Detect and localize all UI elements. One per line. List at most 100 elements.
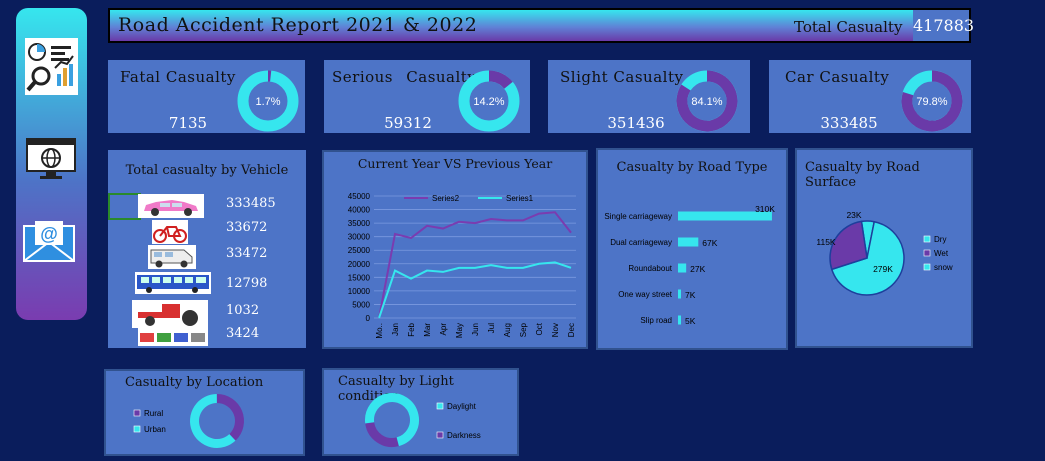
legend-label: Rural xyxy=(144,409,163,418)
pie-data-label: 279K xyxy=(873,264,893,274)
vehicle-value: 1032 xyxy=(226,303,260,318)
cy-vs-py-panel: Current Year VS Previous Year 45000 40000… xyxy=(322,150,588,349)
x-tick-label: Mo.. xyxy=(375,323,384,339)
x-tick-label: Sep xyxy=(519,322,528,337)
kpi-title: Fatal Casualty xyxy=(120,68,236,86)
x-tick-label: Aug xyxy=(503,323,512,337)
kpi-percent: 79.8% xyxy=(916,96,947,108)
road-surface-panel: Casualty by Road Surface 279K 115K 23K Dry W… xyxy=(795,148,973,348)
page-title: Road Accident Report 2021 & 2022 xyxy=(118,14,478,36)
y-tick-label: 25000 xyxy=(348,246,371,255)
bus-icon xyxy=(135,272,211,294)
bar xyxy=(678,237,699,247)
vehicle-value: 333485 xyxy=(226,196,276,211)
bar xyxy=(678,263,687,273)
vehicle-value: 12798 xyxy=(226,276,268,291)
kpi-card-fatal: Fatal Casualty 7135 1.7% xyxy=(108,60,305,133)
kpi-card-serious: Serious Casualty 59312 14.2% xyxy=(324,60,530,133)
legend-swatch xyxy=(923,249,931,257)
location-donut-chart: Rural Urban xyxy=(133,394,244,448)
bar-category-label: One way street xyxy=(618,290,673,299)
kpi-title: Car Casualty xyxy=(785,68,890,86)
y-tick-label: 15000 xyxy=(348,273,371,282)
kpi-card-car: Car Casualty 333485 79.8% xyxy=(769,60,971,133)
road-type-bar-chart: Single carriageway 310K Dual carriageway 67… xyxy=(604,204,775,326)
bar-data-label: 310K xyxy=(755,204,775,214)
dashboard-report-icon[interactable] xyxy=(25,38,78,95)
legend-label: Urban xyxy=(144,425,166,434)
van-icon xyxy=(148,245,196,269)
bicycle-icon xyxy=(152,220,188,244)
legend-swatch xyxy=(133,425,141,433)
tractor-icon xyxy=(132,300,208,328)
y-tick-label: 10000 xyxy=(348,287,371,296)
header-bar: Road Accident Report 2021 & 2022 Total C… xyxy=(108,8,974,43)
bar-category-label: Slip road xyxy=(640,316,672,325)
legend-label: Wet xyxy=(934,249,949,258)
location-panel: Casualty by Location Rural Urban xyxy=(104,369,305,456)
x-tick-label: Mar xyxy=(423,323,432,337)
selection-marker xyxy=(108,193,141,220)
vehicle-panel: Total casualty by Vehicle 333485 33672 3… xyxy=(108,150,306,348)
light-panel: Casualty by Light condition Daylight Dark… xyxy=(322,368,519,456)
vehicle-value: 33472 xyxy=(226,246,268,261)
x-tick-label: Jan xyxy=(391,323,400,336)
legend-label: Daylight xyxy=(447,402,477,411)
kpi-donut: 84.1% xyxy=(676,70,738,132)
legend-swatch xyxy=(133,409,141,417)
y-tick-label: 0 xyxy=(366,314,371,323)
legend-swatch xyxy=(436,431,444,439)
kpi-percent: 1.7% xyxy=(255,96,280,108)
bar xyxy=(678,315,681,325)
road-surface-pie-chart: 279K 115K 23K Dry Wet snow xyxy=(816,210,953,296)
kpi-card-slight: Slight Casualty 351436 84.1% xyxy=(548,60,750,133)
legend-label: Dry xyxy=(934,235,946,244)
y-tick-label: 45000 xyxy=(348,192,371,201)
line-chart: 45000 40000 35000 30000 25000 20000 15000 10000… xyxy=(348,192,576,339)
vehicle-value: 3424 xyxy=(226,326,260,341)
x-tick-label: Oct xyxy=(535,322,544,335)
y-tick-label: 40000 xyxy=(348,206,371,215)
light-donut-chart: Daylight Darkness xyxy=(365,393,481,447)
x-tick-label: Dec xyxy=(567,323,576,337)
x-tick-label: Apr xyxy=(439,323,448,336)
bar-category-label: Roundabout xyxy=(628,264,672,273)
y-tick-label: 20000 xyxy=(348,260,371,269)
kpi-percent: 84.1% xyxy=(691,96,722,108)
total-casualty-value: 417883 xyxy=(913,10,974,41)
vehicle-value: 33672 xyxy=(226,220,268,235)
kpi-percent: 14.2% xyxy=(473,96,504,108)
bar-data-label: 27K xyxy=(690,264,705,274)
series-line xyxy=(378,211,572,319)
email-icon[interactable]: @ xyxy=(23,220,75,262)
y-tick-label: 35000 xyxy=(348,219,371,228)
legend-label: Darkness xyxy=(447,431,481,440)
bar xyxy=(678,289,681,299)
sidebar: @ xyxy=(16,8,87,320)
car-icon xyxy=(138,194,204,218)
legend-label: Series2 xyxy=(432,194,460,203)
vehicle-panel-title: Total casualty by Vehicle xyxy=(125,163,289,178)
bar-category-label: Single carriageway xyxy=(604,212,672,221)
kpi-title: Serious Casualty xyxy=(332,68,477,86)
x-tick-label: Jun xyxy=(471,323,480,336)
x-tick-label: Feb xyxy=(407,322,416,336)
y-tick-label: 5000 xyxy=(352,300,370,309)
donut-segment xyxy=(216,394,244,441)
kpi-title: Slight Casualty xyxy=(560,68,684,86)
kpi-donut: 14.2% xyxy=(458,70,520,132)
legend-label: Series1 xyxy=(506,194,534,203)
kpi-donut: 1.7% xyxy=(237,70,299,132)
svg-text:@: @ xyxy=(40,224,58,244)
donut-segment xyxy=(365,422,399,447)
y-tick-label: 30000 xyxy=(348,233,371,242)
legend-swatch xyxy=(923,235,931,243)
bar-data-label: 7K xyxy=(685,290,696,300)
bar-category-label: Dual carriageway xyxy=(610,238,672,247)
total-casualty-label: Total Casualty xyxy=(794,18,903,36)
other-vehicles-icon xyxy=(138,328,208,346)
legend-swatch xyxy=(436,402,444,410)
kpi-donut: 79.8% xyxy=(901,70,963,132)
x-tick-label: May xyxy=(455,323,464,338)
web-globe-icon[interactable] xyxy=(26,138,76,180)
